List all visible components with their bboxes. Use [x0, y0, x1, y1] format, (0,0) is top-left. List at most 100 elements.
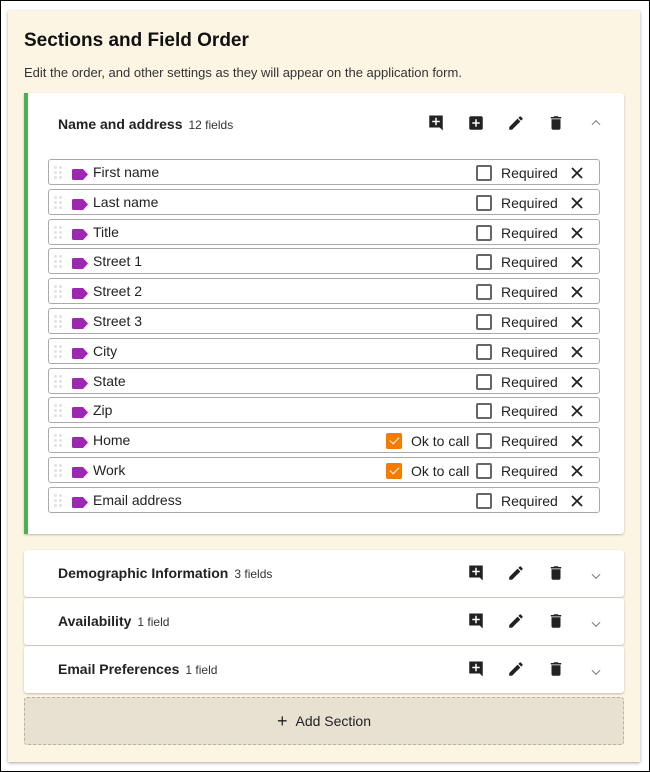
field-row[interactable]: Zip Required [48, 397, 600, 424]
close-icon[interactable] [570, 494, 584, 508]
field-label: State [93, 372, 126, 389]
drag-handle-icon[interactable] [54, 344, 62, 358]
section-header[interactable]: Email Preferences 1 field [24, 646, 624, 693]
trash-icon[interactable] [546, 611, 566, 631]
chevron-down-icon[interactable] [586, 566, 606, 586]
close-icon[interactable] [570, 464, 584, 478]
required-checkbox[interactable] [476, 463, 492, 479]
drag-handle-icon[interactable] [54, 195, 62, 209]
sections-panel: Sections and Field Order Edit the order,… [8, 11, 640, 762]
label-tag-icon [72, 435, 88, 449]
add-comment-icon[interactable] [466, 659, 486, 679]
close-icon[interactable] [570, 434, 584, 448]
section-title: Email Preferences 1 field [58, 661, 217, 677]
chevron-down-icon[interactable] [586, 614, 606, 634]
field-row[interactable]: Street 1 Required [48, 248, 600, 275]
close-icon[interactable] [570, 345, 584, 359]
required-checkbox[interactable] [476, 254, 492, 271]
required-checkbox[interactable] [476, 165, 492, 181]
required-checkbox[interactable] [476, 373, 492, 390]
field-row[interactable]: Home Ok to call Required [48, 427, 600, 454]
drag-handle-icon[interactable] [54, 225, 62, 239]
field-row[interactable]: City Required [48, 337, 600, 364]
drag-handle-icon[interactable] [54, 166, 62, 179]
chevron-up-icon[interactable] [586, 113, 606, 133]
label-tag-icon [72, 346, 88, 359]
drag-handle-icon[interactable] [54, 255, 62, 269]
drag-handle-icon[interactable] [54, 464, 62, 477]
field-label: Title [93, 223, 119, 240]
required-checkbox[interactable] [476, 492, 492, 509]
chevron-down-icon[interactable] [586, 662, 606, 682]
section-field-count: 1 field [137, 615, 170, 629]
field-row[interactable]: Title Required [48, 218, 600, 245]
required-checkbox[interactable] [476, 224, 492, 241]
required-checkbox[interactable] [476, 403, 492, 420]
field-label: Street 1 [93, 253, 143, 270]
ok-to-call-label: Ok to call [411, 463, 470, 479]
drag-handle-icon[interactable] [54, 434, 62, 448]
required-checkbox[interactable] [476, 433, 492, 450]
label-tag-icon [72, 197, 88, 210]
section-demographic-information[interactable]: Demographic Information 3 fields [24, 550, 624, 597]
label-tag-icon [72, 465, 88, 478]
required-checkbox[interactable] [476, 343, 492, 360]
required-label: Required [501, 373, 558, 390]
page-title: Sections and Field Order [24, 30, 249, 51]
section-title: Demographic Information 3 fields [58, 565, 272, 581]
label-tag-icon [72, 495, 88, 508]
section-email-preferences[interactable]: Email Preferences 1 field [24, 646, 624, 693]
pencil-icon[interactable] [506, 659, 526, 679]
label-tag-icon [72, 316, 88, 329]
pencil-icon[interactable] [506, 611, 526, 631]
close-icon[interactable] [570, 166, 584, 180]
drag-handle-icon[interactable] [54, 404, 62, 418]
ok-to-call-checkbox[interactable] [386, 433, 402, 450]
label-tag-icon [72, 405, 88, 419]
pencil-icon[interactable] [506, 563, 526, 583]
trash-icon[interactable] [546, 563, 566, 583]
required-label: Required [501, 165, 558, 181]
drag-handle-icon[interactable] [54, 493, 62, 507]
add-comment-icon[interactable] [466, 611, 486, 631]
trash-icon[interactable] [546, 113, 566, 133]
drag-handle-icon[interactable] [54, 374, 62, 388]
ok-to-call-checkbox[interactable] [386, 463, 402, 479]
required-checkbox[interactable] [476, 284, 492, 301]
required-checkbox[interactable] [476, 194, 492, 211]
close-icon[interactable] [570, 375, 584, 389]
add-box-icon[interactable] [466, 113, 486, 133]
section-field-count: 1 field [185, 663, 218, 677]
required-label: Required [501, 463, 558, 479]
drag-handle-icon[interactable] [54, 285, 62, 299]
add-comment-icon[interactable] [426, 113, 446, 133]
close-icon[interactable] [570, 226, 584, 240]
section-header[interactable]: Demographic Information 3 fields [24, 550, 624, 597]
pencil-icon[interactable] [506, 113, 526, 133]
close-icon[interactable] [570, 315, 584, 329]
field-row[interactable]: Street 3 Required [48, 308, 600, 334]
trash-icon[interactable] [546, 659, 566, 679]
add-section-button[interactable]: + Add Section [24, 697, 624, 745]
section-header[interactable]: Availability 1 field [24, 598, 624, 645]
required-label: Required [501, 284, 558, 301]
drag-handle-icon[interactable] [54, 315, 62, 328]
field-row[interactable]: Email address Required [48, 486, 600, 513]
field-row[interactable]: First name Required [48, 159, 600, 185]
close-icon[interactable] [570, 285, 584, 299]
close-icon[interactable] [570, 255, 584, 269]
add-comment-icon[interactable] [466, 563, 486, 583]
required-checkbox[interactable] [476, 314, 492, 330]
close-icon[interactable] [570, 404, 584, 418]
field-row[interactable]: Work Ok to call Required [48, 457, 600, 483]
field-row[interactable]: Street 2 Required [48, 278, 600, 305]
field-row[interactable]: Last name Required [48, 188, 600, 215]
close-icon[interactable] [570, 196, 584, 210]
label-tag-icon [72, 256, 88, 270]
field-label: Home [93, 432, 131, 449]
field-label: First name [93, 164, 160, 180]
section-availability[interactable]: Availability 1 field [24, 598, 624, 645]
field-row[interactable]: State Required [48, 367, 600, 394]
section-header[interactable]: Name and address 12 fields [28, 93, 624, 153]
section-title-text: Demographic Information [58, 565, 229, 581]
